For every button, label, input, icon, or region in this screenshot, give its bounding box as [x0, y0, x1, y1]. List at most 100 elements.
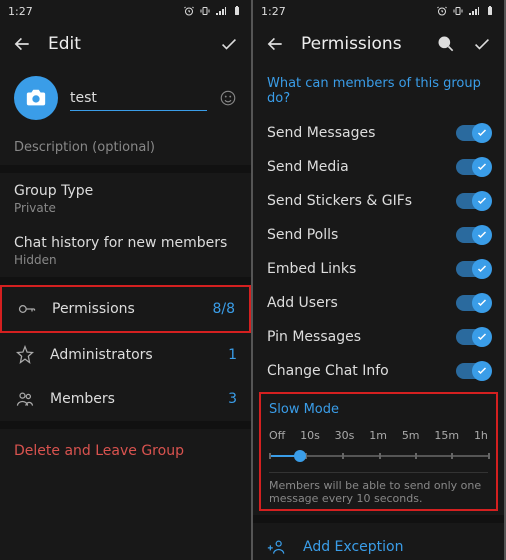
description-input[interactable]: Description (optional)	[0, 130, 251, 165]
signal-icon	[215, 5, 227, 17]
slow-mode-slider[interactable]	[269, 448, 488, 464]
chat-history-row[interactable]: Chat history for new members Hidden	[0, 225, 251, 277]
toggle-switch[interactable]	[456, 261, 490, 277]
confirm-icon[interactable]	[219, 34, 239, 54]
add-exception-button[interactable]: Add Exception	[253, 515, 504, 560]
chat-history-label: Chat history for new members	[14, 235, 237, 251]
add-exception-label: Add Exception	[303, 539, 403, 555]
check-icon	[476, 195, 488, 207]
status-bar: 1:27	[253, 0, 504, 22]
slider-label: 1h	[474, 429, 488, 442]
slow-mode-section: Slow Mode Off 10s 30s 1m 5m 15m 1h Members wil…	[259, 392, 498, 511]
slow-mode-labels: Off 10s 30s 1m 5m 15m 1h	[269, 429, 488, 442]
check-icon	[476, 229, 488, 241]
profile-row: test	[0, 66, 251, 130]
permission-row[interactable]: Pin Messages	[253, 320, 504, 354]
check-icon	[476, 331, 488, 343]
permission-row[interactable]: Embed Links	[253, 252, 504, 286]
group-type-label: Group Type	[14, 183, 237, 199]
permission-label: Embed Links	[267, 261, 356, 277]
slow-mode-hint: Members will be able to send only one me…	[269, 472, 488, 505]
back-icon[interactable]	[12, 34, 32, 54]
battery-icon	[484, 5, 496, 17]
alarm-icon	[183, 5, 195, 17]
vibrate-icon	[452, 5, 464, 17]
toggle-switch[interactable]	[456, 125, 490, 141]
divider	[0, 421, 251, 429]
divider	[0, 165, 251, 173]
check-icon	[476, 365, 488, 377]
vibrate-icon	[199, 5, 211, 17]
permissions-row[interactable]: Permissions 8/8	[0, 285, 251, 333]
group-type-value: Private	[14, 201, 237, 215]
battery-icon	[231, 5, 243, 17]
status-bar: 1:27	[0, 0, 251, 22]
permission-row[interactable]: Send Media	[253, 150, 504, 184]
administrators-label: Administrators	[50, 347, 214, 363]
check-icon	[476, 127, 488, 139]
members-icon	[14, 389, 36, 409]
status-icons	[436, 5, 496, 17]
header-title: Permissions	[301, 34, 420, 54]
permission-row[interactable]: Add Users	[253, 286, 504, 320]
toggle-switch[interactable]	[456, 227, 490, 243]
status-time: 1:27	[8, 5, 33, 18]
permission-label: Add Users	[267, 295, 338, 311]
add-person-icon	[267, 537, 287, 557]
slider-label: 30s	[335, 429, 355, 442]
emoji-icon[interactable]	[219, 89, 237, 107]
toggle-switch[interactable]	[456, 159, 490, 175]
members-value: 3	[228, 391, 237, 407]
search-icon[interactable]	[436, 34, 456, 54]
permission-label: Send Polls	[267, 227, 338, 243]
signal-icon	[468, 5, 480, 17]
permission-label: Send Stickers & GIFs	[267, 193, 412, 209]
permission-label: Send Messages	[267, 125, 375, 141]
slow-mode-title: Slow Mode	[269, 402, 488, 417]
delete-leave-button[interactable]: Delete and Leave Group	[0, 429, 251, 473]
permission-row[interactable]: Change Chat Info	[253, 354, 504, 388]
toggle-switch[interactable]	[456, 329, 490, 345]
members-row[interactable]: Members 3	[0, 377, 251, 421]
permissions-value: 8/8	[212, 301, 235, 317]
slider-label: 1m	[369, 429, 387, 442]
chat-history-value: Hidden	[14, 253, 237, 267]
permission-row[interactable]: Send Polls	[253, 218, 504, 252]
slider-label: 5m	[402, 429, 420, 442]
members-label: Members	[50, 391, 214, 407]
back-icon[interactable]	[265, 34, 285, 54]
slider-label: 15m	[434, 429, 459, 442]
edit-group-screen: 1:27 Edit test Description (optional) Gr…	[0, 0, 251, 560]
alarm-icon	[436, 5, 448, 17]
confirm-icon[interactable]	[472, 34, 492, 54]
permission-label: Pin Messages	[267, 329, 361, 345]
slider-label: 10s	[300, 429, 320, 442]
toggle-switch[interactable]	[456, 193, 490, 209]
key-icon	[16, 299, 38, 319]
permissions-intro: What can members of this group do?	[253, 66, 504, 116]
header: Edit	[0, 22, 251, 66]
star-icon	[14, 345, 36, 365]
permission-row[interactable]: Send Messages	[253, 116, 504, 150]
group-type-row[interactable]: Group Type Private	[0, 173, 251, 225]
toggle-switch[interactable]	[456, 363, 490, 379]
permission-label: Change Chat Info	[267, 363, 389, 379]
check-icon	[476, 297, 488, 309]
status-time: 1:27	[261, 5, 286, 18]
slider-label: Off	[269, 429, 285, 442]
administrators-row[interactable]: Administrators 1	[0, 333, 251, 377]
group-name-input[interactable]: test	[70, 86, 207, 111]
permissions-list: Send Messages Send Media Send Stickers & G…	[253, 116, 504, 388]
header: Permissions	[253, 22, 504, 66]
toggle-switch[interactable]	[456, 295, 490, 311]
permission-row[interactable]: Send Stickers & GIFs	[253, 184, 504, 218]
permissions-screen: 1:27 Permissions What can members of thi…	[253, 0, 504, 560]
check-icon	[476, 263, 488, 275]
permission-label: Send Media	[267, 159, 349, 175]
group-photo-button[interactable]	[14, 76, 58, 120]
permissions-label: Permissions	[52, 301, 198, 317]
divider	[0, 277, 251, 285]
camera-icon	[25, 87, 47, 109]
administrators-value: 1	[228, 347, 237, 363]
slider-thumb[interactable]	[294, 450, 306, 462]
